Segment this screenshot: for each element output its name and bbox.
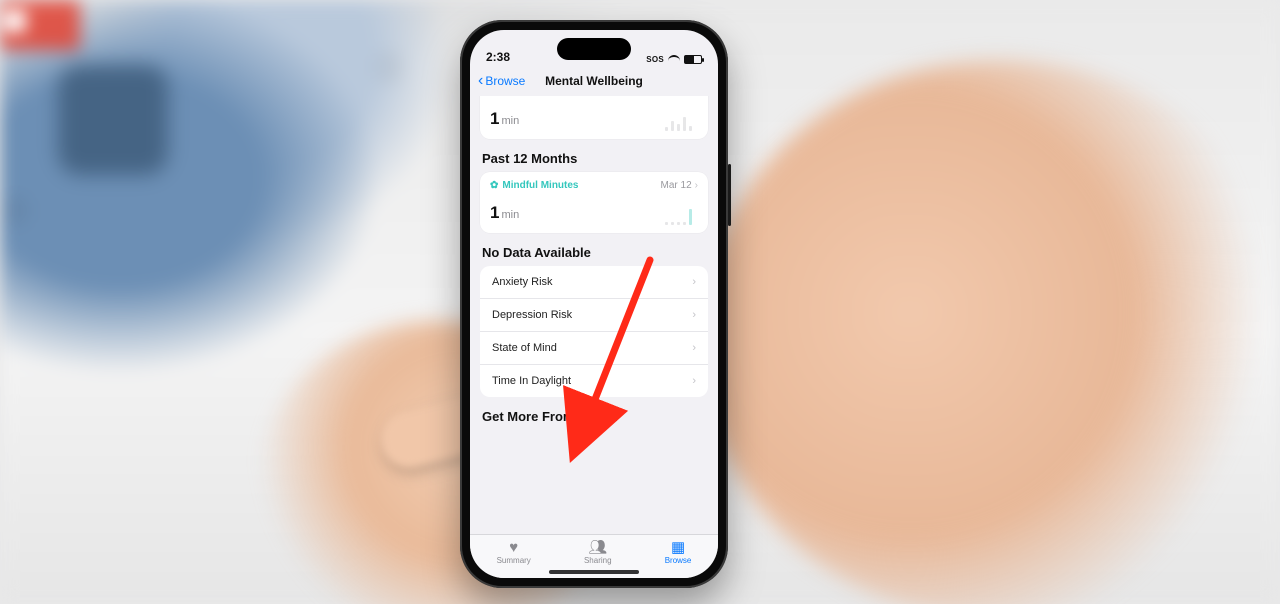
chevron-right-icon: › (692, 276, 696, 288)
card-exercise-unit: min (501, 115, 519, 127)
row-label: Time In Daylight (492, 375, 571, 387)
row-state-of-mind[interactable]: State of Mind › (480, 331, 708, 364)
status-time: 2:38 (486, 50, 510, 64)
no-data-list: Anxiety Risk › Depression Risk › State o… (480, 266, 708, 397)
dynamic-island (557, 38, 631, 60)
back-button[interactable]: ‹ Browse (478, 74, 525, 88)
card-mindful-label: Mindful Minutes (502, 180, 578, 191)
row-anxiety-risk[interactable]: Anxiety Risk › (480, 266, 708, 298)
chevron-right-icon: › (692, 342, 696, 354)
card-mindful-date: Mar 12 (661, 180, 692, 191)
people-icon: 👥︎ (588, 540, 607, 555)
section-no-data: No Data Available (482, 245, 706, 260)
card-exercise-label: Exercise Minutes (501, 96, 583, 97)
section-past-12-months: Past 12 Months (482, 151, 706, 166)
card-exercise-minutes[interactable]: 🔥︎ Exercise Minutes Jun 8 › 1min (480, 96, 708, 139)
wifi-icon (668, 55, 680, 64)
row-time-in-daylight[interactable]: Time In Daylight › (480, 364, 708, 397)
nav-bar: ‹ Browse Mental Wellbeing (470, 66, 718, 96)
card-mindful-unit: min (501, 209, 519, 221)
iphone-frame: 2:38 SOS ‹ Browse Mental Wellbeing 🔥︎ Ex… (460, 20, 728, 588)
chevron-right-icon: › (695, 96, 698, 97)
flame-icon: 🔥︎ (490, 96, 497, 97)
chevron-right-icon: › (692, 309, 696, 321)
tab-label: Summary (497, 556, 531, 565)
battery-icon (684, 55, 702, 64)
row-label: Depression Risk (492, 309, 572, 321)
leaf-icon: ✿ (490, 180, 498, 191)
spark-bars-icon (665, 109, 692, 131)
row-label: Anxiety Risk (492, 276, 553, 288)
heart-icon: ♥ (509, 540, 518, 555)
status-sos: SOS (646, 55, 664, 64)
chevron-right-icon: › (695, 180, 698, 191)
home-indicator[interactable] (549, 570, 639, 574)
card-mindful-value: 1 (490, 203, 499, 222)
chevron-right-icon: › (692, 375, 696, 387)
tab-summary[interactable]: ♥ Summary (497, 540, 531, 565)
card-mindful-minutes[interactable]: ✿ Mindful Minutes Mar 12 › 1min (480, 172, 708, 233)
row-depression-risk[interactable]: Depression Risk › (480, 298, 708, 331)
hand-right (700, 60, 1280, 604)
tab-sharing[interactable]: 👥︎ Sharing (584, 540, 612, 565)
card-exercise-value: 1 (490, 109, 499, 128)
section-get-more: Get More From Health (482, 409, 706, 424)
phone-screen: 2:38 SOS ‹ Browse Mental Wellbeing 🔥︎ Ex… (470, 30, 718, 578)
scroll-content[interactable]: 🔥︎ Exercise Minutes Jun 8 › 1min Past 12… (470, 96, 718, 534)
page-title: Mental Wellbeing (545, 74, 643, 88)
spark-bars-icon (665, 203, 692, 225)
card-exercise-date: Jun 8 (667, 96, 691, 97)
grid-icon: ▦ (671, 540, 685, 555)
back-label: Browse (485, 74, 525, 88)
tab-label: Browse (665, 556, 692, 565)
row-label: State of Mind (492, 342, 557, 354)
tab-browse[interactable]: ▦ Browse (665, 540, 692, 565)
tab-label: Sharing (584, 556, 612, 565)
